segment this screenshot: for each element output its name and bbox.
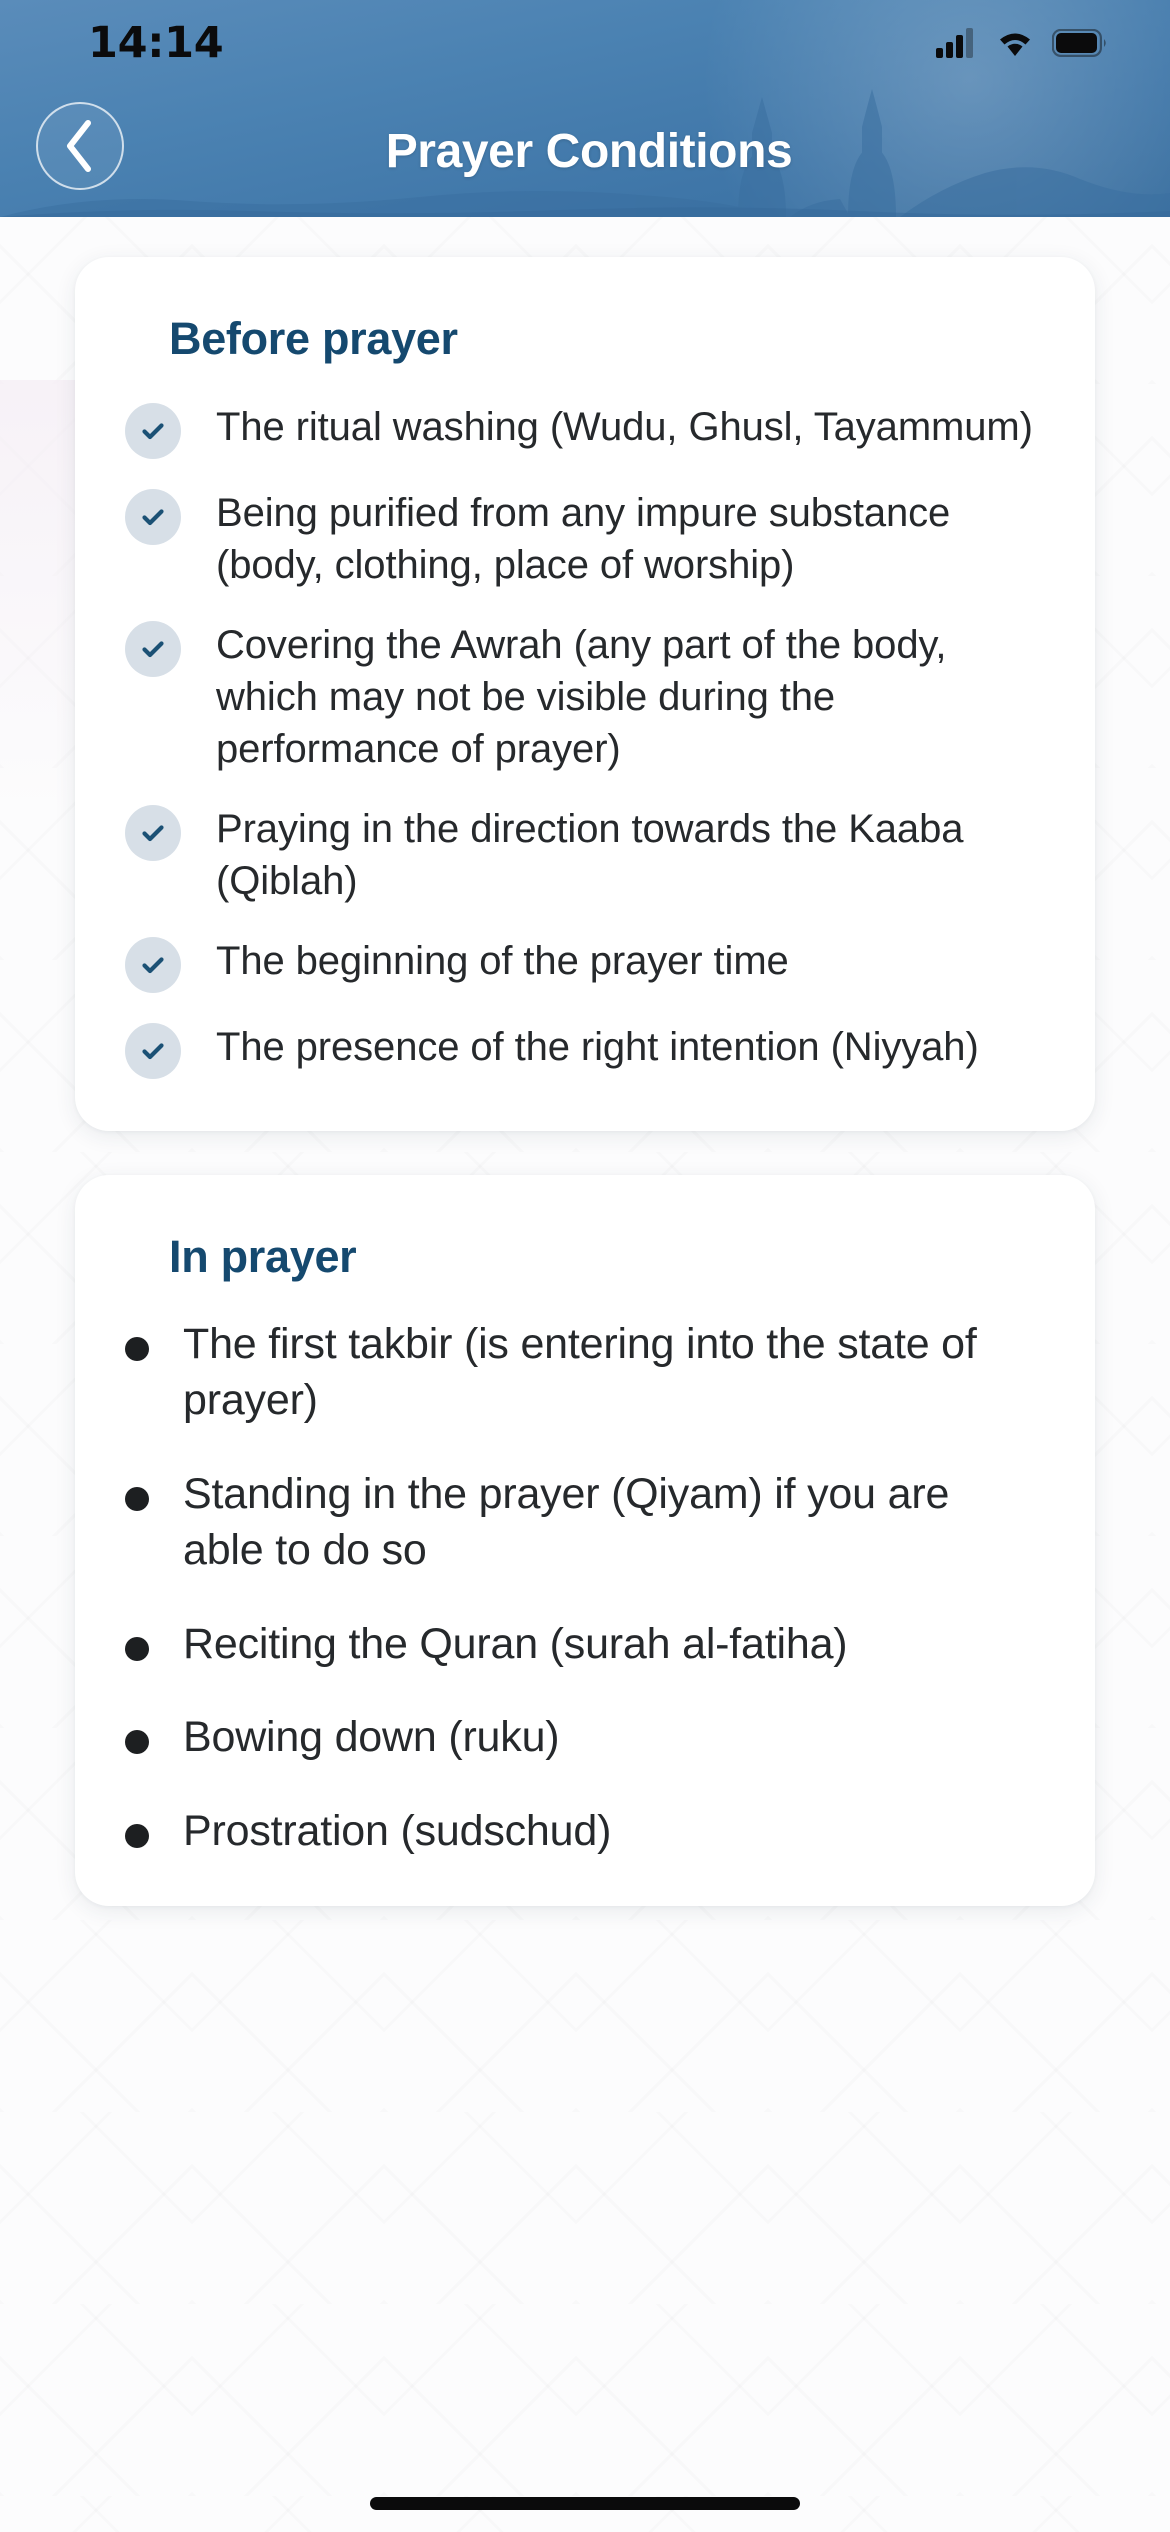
list-item[interactable]: Covering the Awrah (any part of the body… <box>125 617 1035 775</box>
content-scroll-area[interactable]: Before prayer The ritual washing (Wudu, … <box>0 217 1170 2532</box>
list-item-label: Being purified from any impure substance… <box>216 491 951 587</box>
list-item[interactable]: Praying in the direction towards the Kaa… <box>125 801 1035 907</box>
list-item-label: The beginning of the prayer time <box>216 939 789 983</box>
list-item-label: Standing in the prayer (Qiyam) if you ar… <box>183 1469 950 1574</box>
card-before-prayer: Before prayer The ritual washing (Wudu, … <box>75 257 1095 1131</box>
check-icon <box>125 621 181 677</box>
list-item-label: Bowing down (ruku) <box>183 1713 560 1762</box>
list-item-label: Reciting the Quran (surah al-fatiha) <box>183 1619 848 1668</box>
check-icon <box>125 1023 181 1079</box>
app-header: 14:14 Prayer Conditions <box>0 0 1170 217</box>
list-item[interactable]: Prostration (sudschud) <box>125 1804 1035 1860</box>
check-icon <box>125 403 181 459</box>
card-title: In prayer <box>169 1231 357 1282</box>
list-item[interactable]: Standing in the prayer (Qiyam) if you ar… <box>125 1467 1035 1579</box>
back-button[interactable] <box>36 102 124 190</box>
list-item-label: The presence of the right intention (Niy… <box>216 1025 979 1069</box>
before-prayer-list: The ritual washing (Wudu, Ghusl, Tayammu… <box>125 399 1035 1079</box>
status-time: 14:14 <box>88 17 224 68</box>
list-item-label: Praying in the direction towards the Kaa… <box>216 807 964 903</box>
card-in-prayer: In prayer The first takbir (is entering … <box>75 1175 1095 1907</box>
bullet-icon <box>125 1486 149 1511</box>
page-title: Prayer Conditions <box>385 124 793 178</box>
home-indicator[interactable] <box>370 2497 800 2510</box>
list-item-label: Prostration (sudschud) <box>183 1807 612 1856</box>
list-item[interactable]: Being purified from any impure substance… <box>125 485 1035 591</box>
card-title: Before prayer <box>169 313 458 364</box>
list-item[interactable]: Reciting the Quran (surah al-fatiha) <box>125 1617 1035 1673</box>
list-item[interactable]: The beginning of the prayer time <box>125 933 1035 993</box>
bullet-icon <box>125 1730 149 1755</box>
bullet-icon <box>125 1824 149 1849</box>
status-bar: 14:14 <box>0 0 1170 86</box>
list-item[interactable]: Bowing down (ruku) <box>125 1710 1035 1766</box>
check-icon <box>125 805 181 861</box>
check-icon <box>125 489 181 545</box>
list-item[interactable]: The first takbir (is entering into the s… <box>125 1317 1035 1429</box>
chevron-left-icon <box>67 120 91 172</box>
list-item-label: The ritual washing (Wudu, Ghusl, Tayammu… <box>216 405 1033 449</box>
in-prayer-list: The first takbir (is entering into the s… <box>125 1317 1035 1860</box>
app-screen: 14:14 Prayer Conditions Before prayer Th… <box>0 0 1170 2532</box>
list-item[interactable]: The presence of the right intention (Niy… <box>125 1019 1035 1079</box>
bullet-icon <box>125 1337 149 1361</box>
bullet-icon <box>125 1636 149 1661</box>
list-item-label: Covering the Awrah (any part of the body… <box>216 623 947 771</box>
list-item-label: The first takbir (is entering into the s… <box>183 1320 977 1424</box>
status-icons <box>936 28 1108 58</box>
cellular-signal-icon <box>936 28 973 58</box>
battery-icon <box>1052 29 1106 57</box>
nav-bar: Prayer Conditions <box>0 96 1170 206</box>
wifi-icon <box>1000 33 1030 56</box>
list-item[interactable]: The ritual washing (Wudu, Ghusl, Tayammu… <box>125 399 1035 459</box>
check-icon <box>125 937 181 993</box>
